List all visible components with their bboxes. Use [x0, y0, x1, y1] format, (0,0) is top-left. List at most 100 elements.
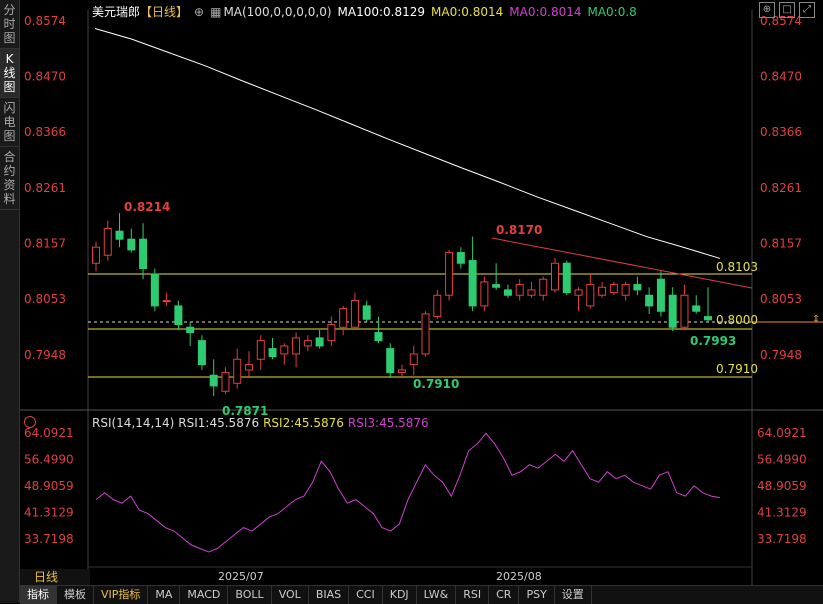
- window-toggle-icon[interactable]: □: [779, 2, 795, 18]
- ma0-value-yellow: MA0:0.8014: [431, 5, 504, 19]
- candle-body: [668, 294, 677, 328]
- indicator-tab-bar: 指标 模板 VIP指标 MA MACD BOLL VOL BIAS CCI KD…: [20, 585, 823, 604]
- rsi-axis-label-right: 41.3129: [757, 505, 807, 519]
- candle-body: [233, 358, 242, 384]
- candle-body: [162, 300, 171, 303]
- rsi-axis-label-right: 48.9059: [757, 479, 807, 493]
- tab-rsi[interactable]: RSI: [456, 586, 490, 604]
- candle-body: [386, 348, 395, 374]
- rsi-axis-label-left: 48.9059: [24, 479, 74, 493]
- candle-body: [527, 289, 536, 296]
- rsi-axis-label-right: 33.7198: [757, 532, 807, 546]
- tab-indicators[interactable]: 指标: [20, 586, 57, 604]
- tab-boll[interactable]: BOLL: [228, 586, 272, 604]
- tab-vol[interactable]: VOL: [272, 586, 309, 604]
- rsi-header: RSI(14,14,14) RSI1:45.5876 RSI2:45.5876 RSI…: [92, 416, 433, 430]
- tab-ma[interactable]: MA: [148, 586, 181, 604]
- candle-body: [139, 238, 148, 270]
- tab-psy[interactable]: PSY: [519, 586, 555, 604]
- candle-body: [645, 294, 654, 307]
- tab-lw[interactable]: LW&: [417, 586, 457, 604]
- candle-body: [256, 340, 265, 360]
- candle-body: [539, 278, 548, 296]
- rsi-axis-label-left: 56.4990: [24, 453, 74, 467]
- tab-kdj[interactable]: KDJ: [383, 586, 417, 604]
- candle-body: [268, 348, 277, 358]
- candle-body: [433, 294, 442, 318]
- tab-templates[interactable]: 模板: [57, 586, 94, 604]
- candle-body: [633, 284, 642, 291]
- x-axis-label-2025-08: 2025/08: [496, 570, 542, 583]
- price-axis-label-left: 0.8366: [24, 125, 66, 139]
- price-axis-label-left: 0.8574: [24, 14, 66, 28]
- crosshair-icon[interactable]: ⊕: [759, 2, 775, 18]
- price-axis-label-right: 0.8366: [760, 125, 802, 139]
- rsi-settings-icon[interactable]: [24, 416, 36, 428]
- candle-body: [586, 284, 595, 307]
- candle-body: [327, 324, 336, 342]
- price-axis-label-right: 0.8053: [760, 292, 802, 306]
- candle-body: [445, 252, 454, 296]
- rsi-params: RSI(14,14,14): [92, 416, 175, 430]
- candle-body: [362, 305, 371, 320]
- symbol-name: 美元瑞郎: [92, 5, 141, 19]
- tab-vip-indicators[interactable]: VIP指标: [94, 586, 149, 604]
- annotation-low-7993: 0.7993: [690, 334, 736, 348]
- candle-body: [174, 305, 183, 326]
- price-axis-label-left: 0.8053: [24, 292, 66, 306]
- candle-body: [562, 262, 571, 294]
- candle-body: [551, 262, 559, 291]
- price-axis-label-left: 0.8470: [24, 69, 66, 83]
- add-indicator-icon[interactable]: ⊕: [194, 5, 204, 19]
- candle-body: [680, 294, 689, 328]
- candle-body: [315, 337, 324, 347]
- candle-body: [303, 340, 312, 347]
- candle-body: [598, 286, 607, 296]
- rsi-axis-label-left: 41.3129: [24, 505, 74, 519]
- candle-body: [103, 228, 112, 256]
- price-axis-label-left: 0.8157: [24, 236, 66, 250]
- candle-body: [398, 369, 406, 374]
- ma100-value: MA100:0.8129: [337, 5, 426, 19]
- x-axis-label-2025-07: 2025/07: [218, 570, 264, 583]
- rsi-axis-label-right: 56.4990: [757, 453, 807, 467]
- tab-settings[interactable]: 设置: [555, 586, 592, 604]
- period-label[interactable]: 【日线】: [140, 5, 188, 19]
- candle-body: [609, 284, 618, 294]
- candle-body: [515, 284, 524, 296]
- rsi-line: [95, 432, 721, 553]
- rsi3-value: RSI3:45.5876: [347, 416, 429, 430]
- price-axis-label-right: 0.7948: [760, 348, 802, 362]
- candle-body: [656, 278, 665, 312]
- candle-body: [292, 337, 301, 355]
- tab-cci[interactable]: CCI: [349, 586, 383, 604]
- price-axis-label-right: 0.8157: [760, 236, 802, 250]
- chart-header: 美元瑞郎【日线】 ⊕ ▦ MA(100,0,0,0,0,0) MA100:0.8129 M…: [92, 3, 643, 20]
- candle-body: [245, 364, 253, 371]
- candle-body: [339, 308, 348, 328]
- rsi-axis-label-right: 64.0921: [757, 426, 807, 440]
- annotation-high-8170: 0.8170: [496, 223, 542, 237]
- settings-icon[interactable]: ▦: [210, 5, 221, 19]
- price-chart[interactable]: 0.8574 0.85740.8470 0.84700.8366 0.83660.82…: [0, 0, 823, 603]
- price-axis-label-left: 0.7948: [24, 348, 66, 362]
- tab-macd[interactable]: MACD: [180, 586, 229, 604]
- tab-bias[interactable]: BIAS: [309, 586, 350, 604]
- candle-body: [492, 284, 501, 288]
- candle-body: [621, 284, 630, 296]
- ma0-value-magenta: MA0:0.8014: [509, 5, 582, 19]
- candle-body: [421, 313, 430, 355]
- candle-body: [409, 353, 418, 366]
- maximize-icon[interactable]: ⤢: [799, 2, 815, 18]
- period-indicator[interactable]: 日线: [20, 569, 90, 585]
- candle-body: [480, 281, 489, 307]
- candle-body: [350, 300, 359, 328]
- tab-cr[interactable]: CR: [489, 586, 520, 604]
- rsi-axis-label-left: 33.7198: [24, 532, 74, 546]
- price-axis-label-left: 0.8261: [24, 181, 66, 195]
- candle-body: [468, 260, 477, 307]
- price-axis-label-right: 0.8470: [760, 69, 802, 83]
- candle-body: [186, 326, 195, 334]
- annotation-high-8214: 0.8214: [124, 200, 170, 214]
- candle-body: [115, 230, 124, 240]
